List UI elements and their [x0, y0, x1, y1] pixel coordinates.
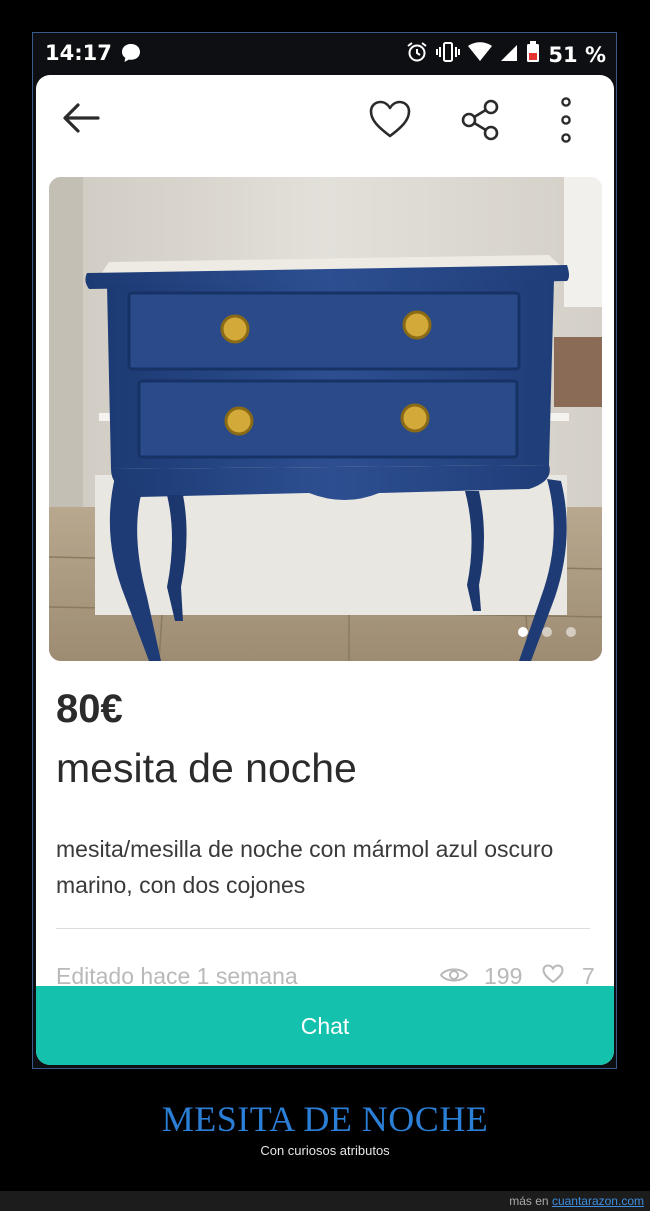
message-notification-icon	[121, 43, 141, 68]
share-icon[interactable]	[460, 99, 500, 145]
footer-prefix: más en	[509, 1194, 549, 1208]
nightstand-photo-illustration	[49, 177, 602, 661]
caption-title: MESITA DE NOCHE	[161, 1099, 489, 1139]
battery-icon	[526, 41, 540, 68]
signal-icon	[500, 43, 518, 67]
site-footer: más en cuantarazon.com	[0, 1191, 650, 1211]
alarm-icon	[406, 41, 428, 68]
more-options-icon[interactable]	[556, 95, 576, 149]
wifi-icon	[468, 42, 493, 67]
caption-subtitle: Con curiosos atributos	[260, 1143, 390, 1158]
listing-price: 80€	[56, 687, 123, 731]
battery-percent: 51 %	[548, 42, 606, 67]
vibrate-icon	[436, 41, 461, 68]
back-arrow-icon[interactable]	[62, 101, 100, 139]
listing-title: mesita de noche	[56, 745, 357, 791]
phone-screen: 14:17 51 % 80€ mesita de noche mesita/me…	[32, 32, 617, 1069]
divider	[56, 928, 590, 929]
listing-card: 80€ mesita de noche mesita/mesilla de no…	[36, 75, 614, 1065]
carousel-dot-2[interactable]	[542, 627, 552, 637]
status-bar: 14:17 51 %	[33, 33, 616, 75]
chat-button[interactable]: Chat	[36, 986, 614, 1065]
photo-carousel-indicator[interactable]	[518, 627, 576, 637]
listing-photo[interactable]	[49, 177, 602, 661]
listing-description: mesita/mesilla de noche con mármol azul …	[56, 836, 554, 898]
footer-site-link[interactable]: cuantarazon.com	[552, 1194, 644, 1208]
status-icons: 51 %	[406, 41, 606, 68]
carousel-dot-1[interactable]	[518, 627, 528, 637]
listing-toolbar	[36, 75, 614, 175]
status-time: 14:17	[45, 41, 112, 65]
carousel-dot-3[interactable]	[566, 627, 576, 637]
heart-icon[interactable]	[368, 99, 412, 143]
